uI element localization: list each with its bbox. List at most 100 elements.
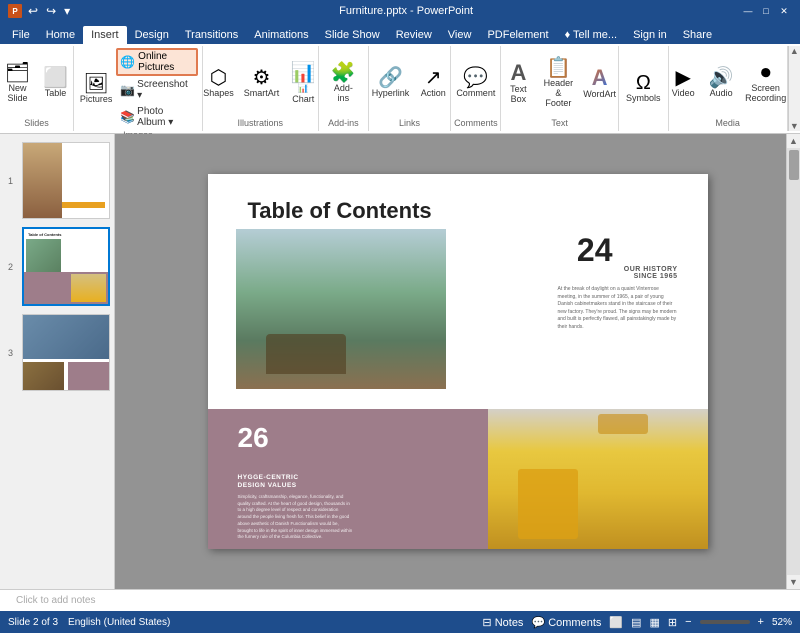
slideshow-button[interactable]: ⊞ [668,616,677,629]
audio-icon: 🔊 [709,68,734,88]
chart-icon: 📊 [291,63,316,83]
slide-number-1: 1 [8,176,13,186]
tab-animations[interactable]: Animations [246,26,316,44]
window-title: Furniture.pptx - PowerPoint [339,5,473,17]
ribbon-group-links: 🔗 Hyperlink ↗ Action Links [369,46,451,131]
addins-button[interactable]: 🧩 Add-ins [325,61,361,105]
restore-button[interactable]: □ [758,4,774,18]
tab-signin[interactable]: Sign in [625,26,675,44]
zoom-in-button[interactable]: + [758,616,764,628]
canvas-area: Table of Contents 24 OUR HISTORY SINCE 1… [115,134,800,589]
ribbon-group-images: 🖼 Pictures 🌐 Online Pictures 📷 Screensho… [74,46,203,131]
close-button[interactable]: ✕ [776,4,792,18]
symbols-button[interactable]: Ω Symbols [622,71,665,105]
thumb3-right-purple [68,362,109,390]
ribbon-group-symbols: Ω Symbols [619,46,669,131]
header-footer-button[interactable]: 📋 Header& Footer [538,56,578,110]
shapes-button[interactable]: ⬡ Shapes [199,66,238,100]
comment-button[interactable]: 💬 Comment [452,66,499,100]
audio-button[interactable]: 🔊 Audio [703,66,739,100]
tab-view[interactable]: View [440,26,480,44]
notes-button[interactable]: ⊟ Notes [482,616,523,629]
slide-canvas[interactable]: Table of Contents 24 OUR HISTORY SINCE 1… [208,174,708,549]
table-icon: ⬜ [43,68,68,88]
tab-slideshow[interactable]: Slide Show [317,26,388,44]
minimize-button[interactable]: — [740,4,756,18]
thumb3-top-image [23,315,109,359]
redo-button[interactable]: ↪ [44,4,58,18]
table-button[interactable]: ⬜ Table [38,66,74,100]
scroll-down-arrow[interactable]: ▼ [787,575,800,589]
new-slide-button[interactable]: 🗂 NewSlide [0,61,36,105]
window-controls: — □ ✕ [740,4,792,18]
normal-view-button[interactable]: ⬜ [609,616,623,629]
tab-file[interactable]: File [4,26,38,44]
photo-album-label: Photo Album ▾ [137,106,193,128]
thumb1-chair-image [23,143,62,218]
comments-button[interactable]: 💬 Comments [531,616,601,629]
textbox-button[interactable]: A TextBox [500,60,536,106]
slide-sorter-button[interactable]: ▤ [631,616,641,629]
screenshot-label: Screenshot ▾ [137,79,193,101]
screen-recording-icon: ⏺ [761,63,771,83]
zoom-out-button[interactable]: − [685,616,691,628]
tab-transitions[interactable]: Transitions [177,26,246,44]
notes-area[interactable]: Click to add notes [0,589,800,611]
app-icon: P [8,4,22,18]
tab-design[interactable]: Design [127,26,177,44]
screenshot-button[interactable]: 📷 Screenshot ▾ [116,77,197,103]
hyperlink-button[interactable]: 🔗 Hyperlink [368,66,414,100]
scroll-track[interactable] [787,148,800,575]
chart-button[interactable]: 📊 📊 Chart [285,61,321,106]
links-group-label: Links [399,118,420,129]
ribbon-scroll-down[interactable]: ▼ [790,121,799,131]
section2-number: 26 [238,422,269,454]
section1-heading: OUR HISTORY SINCE 1965 [558,266,678,280]
ribbon-scroll: ▲ ▼ [788,46,800,131]
tab-pdfelement[interactable]: PDFelement [479,26,556,44]
title-bar: P ↩ ↪ ▾ Furniture.pptx - PowerPoint — □ … [0,0,800,22]
slides-group-label: Slides [24,118,49,129]
ribbon-group-addins: 🧩 Add-ins Add-ins [319,46,369,131]
tab-tellme[interactable]: ♦ Tell me... [557,26,625,44]
wordart-button[interactable]: A WordArt [580,65,618,101]
tab-share[interactable]: Share [675,26,720,44]
photo-album-button[interactable]: 📚 Photo Album ▾ [116,104,197,130]
header-footer-icon: 📋 [546,58,571,78]
ribbon-group-text: A TextBox 📋 Header& Footer A WordArt Tex… [501,46,618,131]
ribbon-group-slides: 🗂 NewSlide ⬜ Table Slides [0,46,74,131]
ribbon-scroll-up[interactable]: ▲ [790,46,799,56]
section2-heading1: HYGGE-CENTRIC [238,474,299,481]
slide-thumbnail-1[interactable]: COLUMBIACOLLECTIVE [22,142,110,219]
pictures-button[interactable]: 🖼 Pictures [78,72,114,106]
online-pictures-label: Online Pictures [138,51,193,73]
section2-text: Simplicity, craftsmanship, elegance, fun… [238,494,353,541]
zoom-slider[interactable] [700,620,750,624]
customize-quick-access[interactable]: ▾ [62,4,72,18]
reading-view-button[interactable]: ▦ [649,616,659,629]
video-icon: ▶ [675,68,690,88]
slide-panel: 1 COLUMBIACOLLECTIVE 2 Table of Contents [0,134,115,589]
text-group-label: Text [551,118,568,129]
textbox-icon: A [510,62,526,84]
slide-thumbnail-3[interactable] [22,314,110,391]
pictures-icon: 🖼 [83,74,108,94]
scroll-up-arrow[interactable]: ▲ [787,134,800,148]
online-pictures-button[interactable]: 🌐 Online Pictures [116,48,197,76]
section1-text: At the break of daylight on a quaint Vin… [558,286,678,331]
tab-review[interactable]: Review [388,26,440,44]
section1-number: 24 [577,232,613,269]
slide-thumbnail-2[interactable]: Table of Contents [22,227,110,306]
smartart-button[interactable]: ⚙ SmartArt [240,66,284,100]
action-button[interactable]: ↗ Action [415,66,451,100]
scroll-thumb[interactable] [789,150,799,180]
ribbon-group-media: ▶ Video 🔊 Audio ⏺ ScreenRecording Media [669,46,788,131]
video-button[interactable]: ▶ Video [665,66,701,100]
ribbon-group-comments: 💬 Comment Comments [451,46,501,131]
undo-button[interactable]: ↩ [26,4,40,18]
tab-home[interactable]: Home [38,26,83,44]
screen-recording-button[interactable]: ⏺ ScreenRecording [741,61,790,105]
screenshot-icon: 📷 [120,83,135,97]
zoom-level: 52% [772,617,792,628]
tab-insert[interactable]: Insert [83,26,127,44]
